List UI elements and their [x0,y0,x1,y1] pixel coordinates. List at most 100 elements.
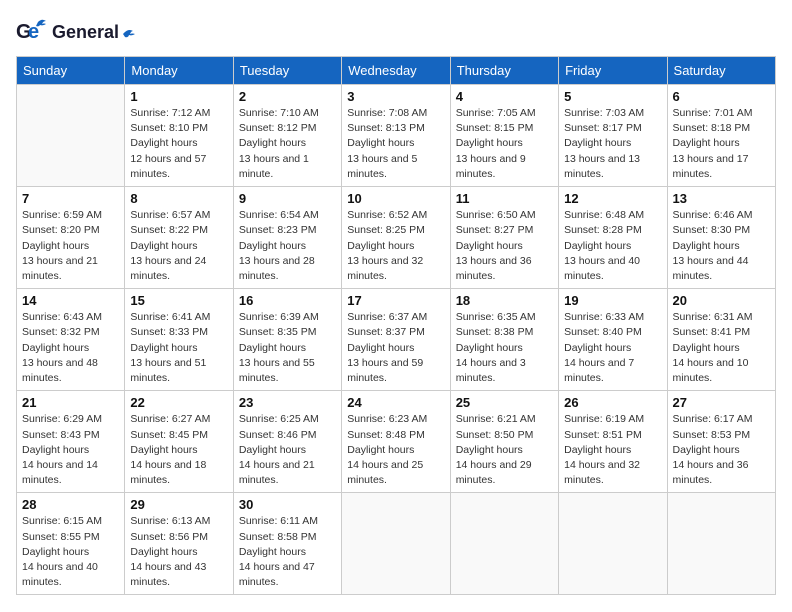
daylight-value: 14 hours and 3 minutes. [456,357,526,384]
sunrise-label: Sunrise: 6:41 AM [130,311,210,323]
daylight-value: 13 hours and 48 minutes. [22,357,98,384]
day-info: Sunrise: 6:19 AMSunset: 8:51 PMDaylight … [564,412,661,488]
day-number: 5 [564,89,661,104]
sunrise-label: Sunrise: 6:15 AM [22,515,102,527]
sunset-label: Sunset: 8:32 PM [22,326,100,338]
daylight-value: 14 hours and 43 minutes. [130,561,206,588]
day-number: 10 [347,191,444,206]
calendar-cell [667,493,775,595]
daylight-value: 14 hours and 7 minutes. [564,357,634,384]
day-info: Sunrise: 6:41 AMSunset: 8:33 PMDaylight … [130,310,227,386]
day-number: 17 [347,293,444,308]
daylight-value: 13 hours and 24 minutes. [130,255,206,282]
sunset-label: Sunset: 8:56 PM [130,531,208,543]
calendar-cell: 17Sunrise: 6:37 AMSunset: 8:37 PMDayligh… [342,289,450,391]
sunset-label: Sunset: 8:28 PM [564,224,642,236]
day-info: Sunrise: 6:29 AMSunset: 8:43 PMDaylight … [22,412,119,488]
day-info: Sunrise: 7:08 AMSunset: 8:13 PMDaylight … [347,106,444,182]
day-number: 12 [564,191,661,206]
daylight-label: Daylight hours [456,342,523,354]
sunrise-label: Sunrise: 7:05 AM [456,107,536,119]
daylight-value: 13 hours and 44 minutes. [673,255,749,282]
sunrise-label: Sunrise: 6:21 AM [456,413,536,425]
daylight-value: 14 hours and 10 minutes. [673,357,749,384]
calendar-cell: 15Sunrise: 6:41 AMSunset: 8:33 PMDayligh… [125,289,233,391]
sunset-label: Sunset: 8:48 PM [347,429,425,441]
daylight-label: Daylight hours [564,444,631,456]
calendar-cell [17,85,125,187]
calendar-week-4: 21Sunrise: 6:29 AMSunset: 8:43 PMDayligh… [17,391,776,493]
page-header: G e General [16,16,776,48]
day-info: Sunrise: 6:50 AMSunset: 8:27 PMDaylight … [456,208,553,284]
col-header-sunday: Sunday [17,57,125,85]
day-info: Sunrise: 6:23 AMSunset: 8:48 PMDaylight … [347,412,444,488]
daylight-label: Daylight hours [22,444,89,456]
sunset-label: Sunset: 8:35 PM [239,326,317,338]
daylight-value: 14 hours and 29 minutes. [456,459,532,486]
sunset-label: Sunset: 8:41 PM [673,326,751,338]
day-number: 20 [673,293,770,308]
calendar-cell: 8Sunrise: 6:57 AMSunset: 8:22 PMDaylight… [125,187,233,289]
calendar-header-row: SundayMondayTuesdayWednesdayThursdayFrid… [17,57,776,85]
calendar-cell: 1Sunrise: 7:12 AMSunset: 8:10 PMDaylight… [125,85,233,187]
calendar-cell: 27Sunrise: 6:17 AMSunset: 8:53 PMDayligh… [667,391,775,493]
logo: G e General [16,16,143,48]
sunrise-label: Sunrise: 7:01 AM [673,107,753,119]
daylight-value: 14 hours and 47 minutes. [239,561,315,588]
sunrise-label: Sunrise: 7:12 AM [130,107,210,119]
sunrise-label: Sunrise: 7:03 AM [564,107,644,119]
day-info: Sunrise: 6:46 AMSunset: 8:30 PMDaylight … [673,208,770,284]
sunset-label: Sunset: 8:12 PM [239,122,317,134]
day-number: 23 [239,395,336,410]
sunrise-label: Sunrise: 6:27 AM [130,413,210,425]
day-number: 4 [456,89,553,104]
daylight-value: 13 hours and 1 minute. [239,153,309,180]
sunset-label: Sunset: 8:22 PM [130,224,208,236]
daylight-value: 14 hours and 32 minutes. [564,459,640,486]
day-info: Sunrise: 6:43 AMSunset: 8:32 PMDaylight … [22,310,119,386]
logo-icon: G e [16,16,48,48]
sunrise-label: Sunrise: 6:37 AM [347,311,427,323]
daylight-label: Daylight hours [564,137,631,149]
calendar-cell: 16Sunrise: 6:39 AMSunset: 8:35 PMDayligh… [233,289,341,391]
day-number: 25 [456,395,553,410]
calendar-cell: 21Sunrise: 6:29 AMSunset: 8:43 PMDayligh… [17,391,125,493]
daylight-label: Daylight hours [347,240,414,252]
day-info: Sunrise: 6:37 AMSunset: 8:37 PMDaylight … [347,310,444,386]
col-header-tuesday: Tuesday [233,57,341,85]
daylight-value: 13 hours and 51 minutes. [130,357,206,384]
day-info: Sunrise: 6:25 AMSunset: 8:46 PMDaylight … [239,412,336,488]
daylight-value: 13 hours and 55 minutes. [239,357,315,384]
calendar-cell: 9Sunrise: 6:54 AMSunset: 8:23 PMDaylight… [233,187,341,289]
daylight-value: 13 hours and 32 minutes. [347,255,423,282]
calendar-cell: 10Sunrise: 6:52 AMSunset: 8:25 PMDayligh… [342,187,450,289]
sunset-label: Sunset: 8:53 PM [673,429,751,441]
sunset-label: Sunset: 8:37 PM [347,326,425,338]
calendar-cell: 13 Sunrise: 6:46 AMSunset: 8:30 PMDayligh… [667,187,775,289]
calendar-cell: 22Sunrise: 6:27 AMSunset: 8:45 PMDayligh… [125,391,233,493]
day-number: 30 [239,497,336,512]
day-number: 13 [673,191,770,206]
day-number: 29 [130,497,227,512]
sunset-label: Sunset: 8:55 PM [22,531,100,543]
calendar-cell: 6Sunrise: 7:01 AMSunset: 8:18 PMDaylight… [667,85,775,187]
sunset-label: Sunset: 8:58 PM [239,531,317,543]
calendar-cell: 28Sunrise: 6:15 AMSunset: 8:55 PMDayligh… [17,493,125,595]
day-number: 27 [673,395,770,410]
col-header-friday: Friday [559,57,667,85]
daylight-value: 13 hours and 36 minutes. [456,255,532,282]
day-number: 16 [239,293,336,308]
daylight-value: 13 hours and 17 minutes. [673,153,749,180]
day-number: 19 [564,293,661,308]
sunrise-label: Sunrise: 6:17 AM [673,413,753,425]
daylight-value: 14 hours and 21 minutes. [239,459,315,486]
daylight-value: 13 hours and 59 minutes. [347,357,423,384]
daylight-label: Daylight hours [456,137,523,149]
logo-line1: General [52,23,143,41]
day-number: 6 [673,89,770,104]
sunset-label: Sunset: 8:43 PM [22,429,100,441]
day-number: 26 [564,395,661,410]
daylight-value: 13 hours and 5 minutes. [347,153,417,180]
sunrise-label: Sunrise: 6:50 AM [456,209,536,221]
sunset-label: Sunset: 8:30 PM [673,224,751,236]
